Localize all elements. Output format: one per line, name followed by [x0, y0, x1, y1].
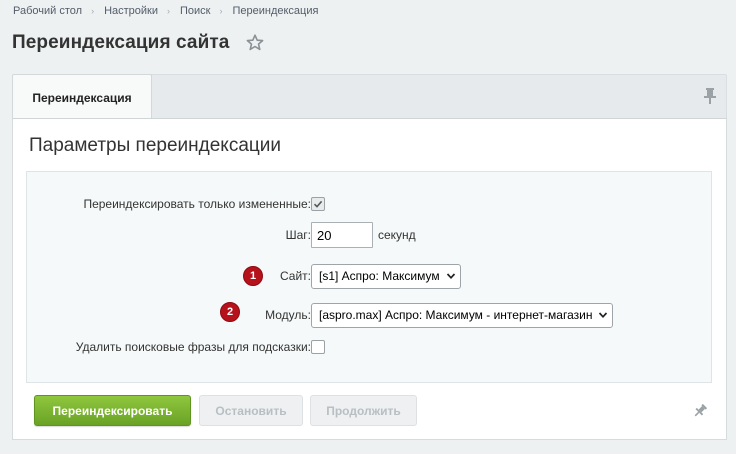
- step-unit: секунд: [378, 228, 416, 242]
- settings-panel: Параметры переиндексации Переиндексирова…: [12, 118, 727, 440]
- form-row-module: 2 Модуль: [aspro.max] Аспро: Максимум - …: [27, 302, 711, 328]
- site-select-value: [s1] Аспро: Максимум: [319, 269, 440, 283]
- module-select-value: [aspro.max] Аспро: Максимум - интернет-м…: [319, 308, 593, 322]
- stop-button[interactable]: Остановить: [199, 395, 303, 426]
- site-label: Сайт:: [279, 269, 311, 283]
- page-title-row: Переиндексация сайта: [12, 32, 265, 54]
- tab-reindex[interactable]: Переиндексация: [12, 74, 152, 120]
- changed-only-label: Переиндексировать только измененные:: [83, 197, 311, 211]
- panel-title: Параметры переиндексации: [29, 135, 282, 156]
- page-title: Переиндексация сайта: [12, 32, 230, 53]
- breadcrumb-separator: ›: [91, 6, 95, 16]
- annotation-badge-1: 1: [243, 266, 263, 286]
- changed-only-checkbox[interactable]: [311, 197, 325, 211]
- tabs-bar: Переиндексация: [12, 74, 727, 120]
- pin-icon[interactable]: [692, 403, 708, 419]
- continue-button[interactable]: Продолжить: [310, 395, 417, 426]
- form-box: Переиндексировать только измененные: Шаг…: [26, 171, 712, 383]
- step-label: Шаг:: [285, 228, 311, 242]
- pin-icon[interactable]: [702, 87, 718, 105]
- form-row-changed-only: Переиндексировать только измененные:: [27, 191, 711, 217]
- step-input[interactable]: [311, 222, 373, 248]
- form-row-site: 1 Сайт: [s1] Аспро: Максимум: [27, 263, 711, 289]
- chevron-down-icon: [446, 271, 456, 281]
- breadcrumb-separator: ›: [167, 6, 170, 16]
- breadcrumb-item-reindex[interactable]: Переиндексация: [232, 5, 318, 17]
- breadcrumb: Рабочий стол › Настройки › Поиск › Переи…: [13, 4, 318, 18]
- breadcrumb-item-settings[interactable]: Настройки: [104, 5, 158, 17]
- check-icon: [313, 200, 323, 208]
- module-select[interactable]: [aspro.max] Аспро: Максимум - интернет-м…: [311, 302, 614, 328]
- form-row-delete-phrases: Удалить поисковые фразы для подсказки:: [27, 334, 711, 360]
- breadcrumb-separator: ›: [219, 6, 223, 16]
- delete-phrases-checkbox[interactable]: [311, 340, 325, 354]
- form-row-step: Шаг: секунд: [27, 222, 711, 248]
- star-outline-icon[interactable]: [245, 33, 265, 53]
- breadcrumb-item-desktop[interactable]: Рабочий стол: [13, 5, 82, 17]
- chevron-down-icon: [598, 310, 608, 320]
- annotation-badge-2: 2: [220, 302, 240, 322]
- site-select[interactable]: [s1] Аспро: Максимум: [311, 263, 461, 289]
- module-label: Модуль:: [265, 308, 311, 322]
- delete-phrases-label: Удалить поисковые фразы для подсказки:: [75, 340, 311, 354]
- breadcrumb-item-search[interactable]: Поиск: [180, 5, 210, 17]
- reindex-button[interactable]: Переиндексировать: [34, 395, 191, 426]
